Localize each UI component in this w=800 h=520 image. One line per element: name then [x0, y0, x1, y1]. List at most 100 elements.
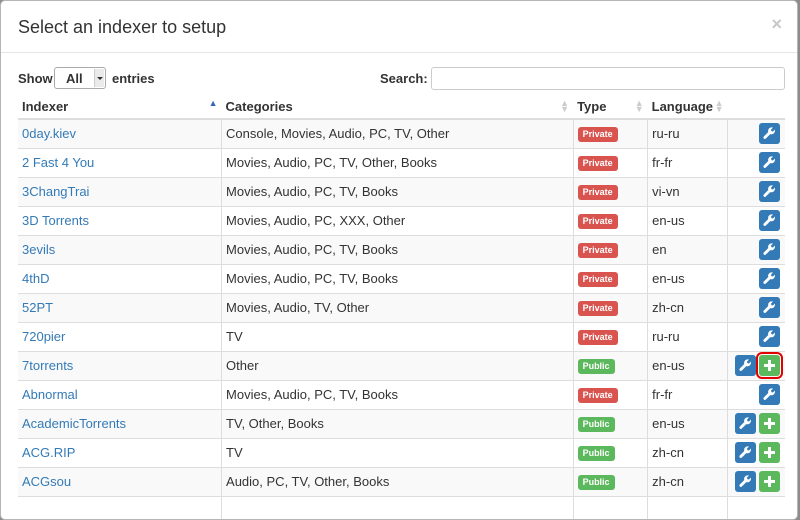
- table-row: Abnormal Movies, Audio, PC, TV, Books Priv…: [18, 379, 785, 410]
- add-indexer-button[interactable]: [759, 471, 780, 492]
- indexer-link[interactable]: 52PT: [22, 300, 53, 315]
- indexer-link[interactable]: 720pier: [22, 329, 65, 344]
- configure-button[interactable]: [759, 123, 780, 145]
- indexer-link[interactable]: 3ChangTrai: [22, 184, 89, 199]
- configure-button[interactable]: [759, 384, 780, 405]
- configure-button[interactable]: [759, 181, 780, 202]
- actions-cell: [727, 292, 785, 323]
- categories-cell: TV: [221, 437, 574, 468]
- indexer-link[interactable]: 3evils: [22, 242, 55, 257]
- actions-cell: [727, 466, 785, 497]
- actions-cell: [727, 147, 785, 178]
- configure-button[interactable]: [759, 268, 780, 289]
- table-row: 720pier TV Private ru-ru: [18, 321, 785, 352]
- column-header-label: Categories: [225, 98, 293, 114]
- categories-cell: Audio, PC, TV, Other, Books: [221, 466, 574, 497]
- entries-select[interactable]: All: [54, 67, 106, 89]
- type-badge: Public: [577, 417, 615, 432]
- type-badge: Private: [577, 156, 618, 171]
- indexer-link[interactable]: ACG.RIP: [22, 445, 75, 460]
- search-input[interactable]: [431, 67, 785, 90]
- type-badge: Public: [577, 359, 615, 374]
- entries-label: entries: [112, 71, 155, 86]
- configure-button[interactable]: [759, 152, 780, 173]
- table-row: ACG.RIP TV Public zh-cn: [18, 437, 785, 468]
- configure-button[interactable]: [759, 210, 780, 231]
- type-cell: Public: [572, 466, 649, 497]
- select-indexer-modal: Select an indexer to setup × Show All en…: [0, 0, 798, 520]
- categories-cell: TV: [221, 321, 574, 352]
- column-header-label: Type: [577, 98, 607, 114]
- show-label: Show: [18, 71, 53, 86]
- add-indexer-button[interactable]: [759, 413, 780, 434]
- indexer-link[interactable]: 7torrents: [22, 358, 73, 373]
- table-controls: Show All entries Search:: [18, 67, 785, 91]
- indexer-link[interactable]: AcademicTorrents: [22, 416, 126, 431]
- indexer-link[interactable]: Abnormal: [22, 387, 78, 402]
- language-cell: vi-vn: [647, 176, 728, 207]
- column-header-language[interactable]: Language ▲ ▼: [647, 94, 728, 120]
- configure-button[interactable]: [759, 239, 780, 260]
- indexer-link[interactable]: 4thD: [22, 271, 49, 286]
- indexer-cell: 52PT: [18, 292, 223, 323]
- sort-both-icon: ▲ ▼: [634, 98, 644, 114]
- categories-cell: Movies, Audio, PC, TV, Other, Books: [221, 147, 574, 178]
- table-row: [18, 495, 785, 519]
- type-badge: Private: [577, 243, 618, 258]
- language-cell: [647, 495, 728, 519]
- configure-button[interactable]: [735, 471, 756, 492]
- type-badge: Private: [577, 388, 618, 403]
- indexer-link[interactable]: 3D Torrents: [22, 213, 89, 228]
- actions-cell: [727, 437, 785, 468]
- categories-cell: Movies, Audio, PC, TV, Books: [221, 176, 574, 207]
- type-cell: Private: [572, 176, 649, 207]
- column-header-actions: [727, 94, 785, 120]
- configure-button[interactable]: [735, 442, 756, 463]
- indexer-cell: 3ChangTrai: [18, 176, 223, 207]
- modal-title: Select an indexer to setup: [18, 17, 227, 37]
- actions-cell: [727, 234, 785, 265]
- type-cell: Private: [572, 234, 649, 265]
- language-cell: en-us: [647, 263, 728, 294]
- actions-cell: [727, 176, 785, 207]
- column-header-indexer[interactable]: Indexer ▲: [18, 94, 222, 120]
- type-badge: Private: [577, 272, 618, 287]
- column-header-type[interactable]: Type ▲ ▼: [573, 94, 648, 120]
- table-row: 0day.kiev Console, Movies, Audio, PC, TV,…: [18, 118, 785, 149]
- column-header-label: Language: [651, 98, 714, 114]
- configure-button[interactable]: [759, 326, 780, 347]
- actions-cell: [727, 118, 785, 149]
- column-header-label: Indexer: [22, 98, 69, 114]
- configure-button[interactable]: [735, 413, 756, 434]
- actions-cell: [727, 321, 785, 352]
- type-cell: [572, 495, 649, 519]
- categories-cell: [221, 495, 574, 519]
- add-indexer-button[interactable]: [756, 352, 783, 379]
- indexer-link[interactable]: 2 Fast 4 You: [22, 155, 94, 170]
- actions-cell: [727, 205, 785, 236]
- configure-button[interactable]: [759, 297, 780, 318]
- type-badge: Private: [577, 214, 618, 229]
- add-indexer-button[interactable]: [759, 442, 780, 463]
- sort-both-icon: ▲ ▼: [560, 98, 570, 114]
- configure-button[interactable]: [735, 355, 756, 376]
- indexer-cell: 720pier: [18, 321, 223, 352]
- indexer-link[interactable]: ACGsou: [22, 474, 71, 489]
- indexer-table: Indexer ▲ Categories ▲ ▼ Type ▲ ▼ Language…: [18, 94, 785, 519]
- type-badge: Private: [577, 330, 618, 345]
- language-cell: ru-ru: [647, 321, 728, 352]
- actions-cell: [727, 379, 785, 410]
- table-row: 7torrents Other Public en-us: [18, 350, 785, 381]
- entries-select-value: All: [66, 71, 83, 86]
- table-header-row: Indexer ▲ Categories ▲ ▼ Type ▲ ▼ Language…: [18, 94, 785, 120]
- column-header-categories[interactable]: Categories ▲ ▼: [221, 94, 574, 120]
- type-badge: Public: [577, 475, 615, 490]
- categories-cell: Console, Movies, Audio, PC, TV, Other: [221, 118, 574, 149]
- close-button[interactable]: ×: [771, 14, 782, 35]
- indexer-cell: ACG.RIP: [18, 437, 223, 468]
- indexer-link[interactable]: 0day.kiev: [22, 126, 76, 141]
- actions-cell: [727, 263, 785, 294]
- indexer-cell: [18, 495, 223, 519]
- type-cell: Private: [572, 118, 649, 149]
- indexer-cell: Abnormal: [18, 379, 223, 410]
